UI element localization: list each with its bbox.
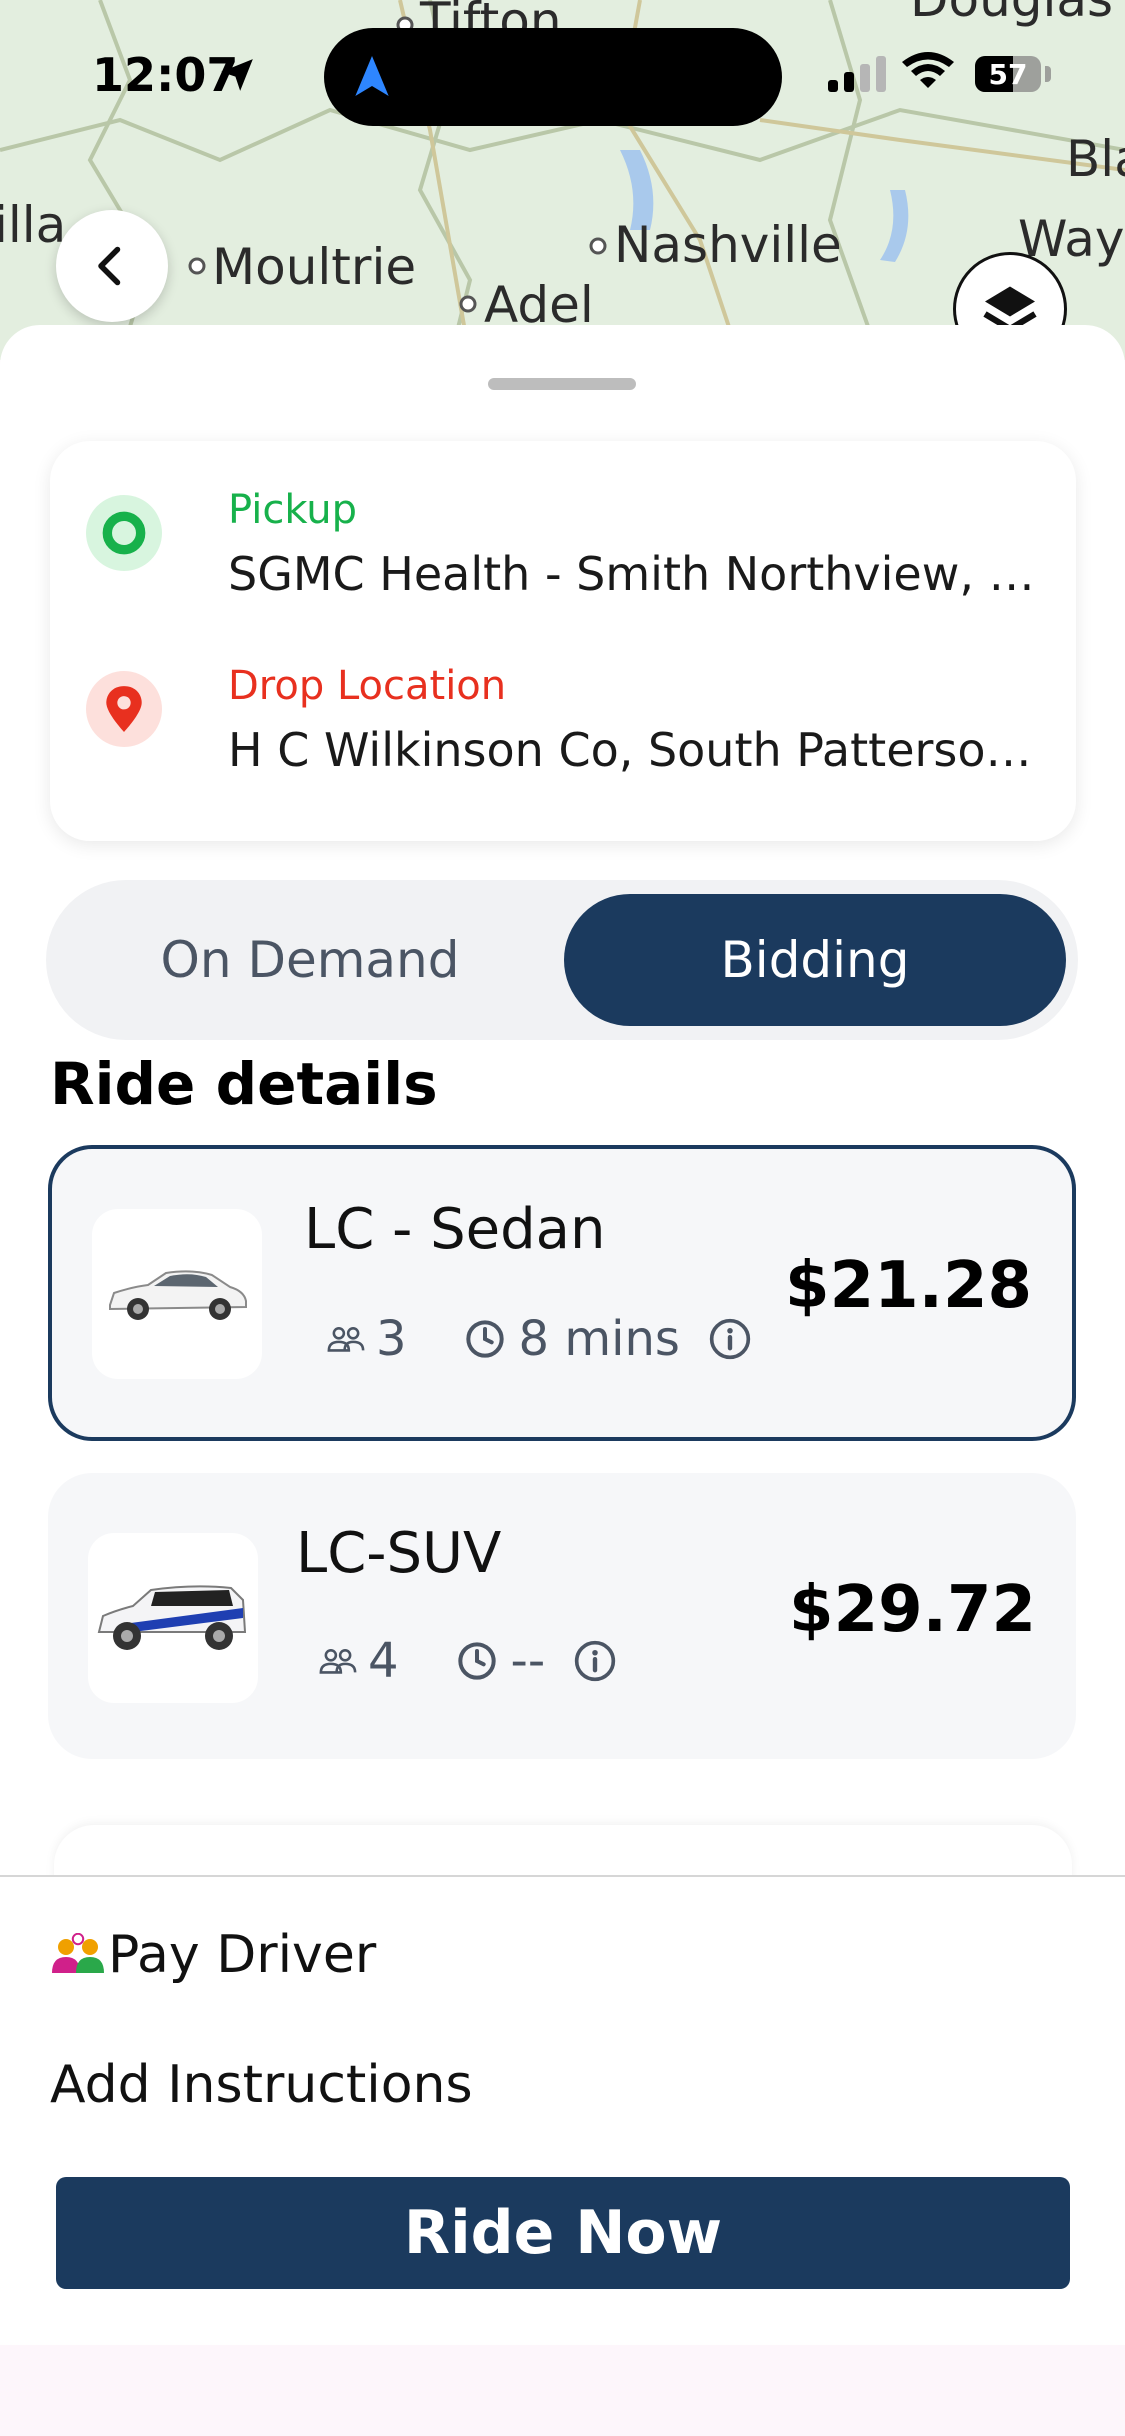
ride-seats: 3 (326, 1311, 407, 1367)
battery-icon: 57 (975, 56, 1041, 92)
tab-on-demand[interactable]: On Demand (60, 894, 560, 1026)
map-label-nashville: Nashville (614, 216, 842, 274)
wifi-icon (902, 52, 954, 88)
ride-now-button[interactable]: Ride Now (56, 2177, 1070, 2289)
ride-meta: 4 -- (318, 1633, 617, 1689)
ride-name: LC-SUV (296, 1521, 502, 1586)
location-arrow-icon (221, 59, 253, 91)
info-icon[interactable] (573, 1639, 617, 1683)
clock-icon (457, 1642, 496, 1680)
passengers-icon (319, 1649, 357, 1674)
ride-price: $21.28 (785, 1249, 1032, 1323)
chevron-left-icon (98, 246, 121, 286)
map-label-moultrie: Moultrie (212, 238, 417, 296)
pay-driver-label: Pay Driver (108, 1925, 377, 1985)
pay-driver-icon (52, 1933, 104, 1973)
ride-eta-value: 8 mins (518, 1311, 680, 1367)
passengers-icon (327, 1327, 365, 1352)
map-label-douglas: Douglas (910, 0, 1113, 28)
sheet-drag-handle[interactable] (488, 378, 636, 390)
drop-label: Drop Location (228, 663, 507, 709)
ride-seats: 4 (318, 1633, 399, 1689)
suv-image (88, 1533, 258, 1703)
pay-driver-row[interactable]: Pay Driver (50, 1925, 376, 1985)
ride-meta: 3 8 mins (326, 1311, 752, 1367)
pickup-label: Pickup (228, 487, 358, 533)
ride-name: LC - Sedan (304, 1197, 606, 1262)
back-button[interactable] (56, 210, 168, 322)
sedan-image (92, 1209, 262, 1379)
location-card: Pickup SGMC Health - Smith Northview, Go… (50, 441, 1076, 841)
map-label-bla: Bla (1066, 130, 1125, 188)
info-icon[interactable] (708, 1317, 752, 1361)
booking-footer: Pay Driver Add Instructions Ride Now (0, 1875, 1125, 2345)
add-instructions-link[interactable]: Add Instructions (50, 2055, 473, 2115)
dynamic-island (324, 28, 782, 126)
map-pin-icon (86, 671, 162, 747)
navigation-arrow-icon (355, 56, 389, 96)
ride-eta-value: -- (510, 1633, 546, 1689)
ride-details-title: Ride details (50, 1050, 438, 1118)
clock-icon (465, 1320, 504, 1358)
map-label-illa: illa (0, 196, 67, 254)
ride-option-suv[interactable]: LC-SUV 4 -- $29.72 (48, 1473, 1076, 1759)
status-time: 12:07 (92, 48, 239, 102)
ride-eta: -- (457, 1633, 546, 1689)
ride-seats-count: 4 (368, 1633, 399, 1689)
ride-eta: 8 mins (465, 1311, 680, 1367)
tab-bidding[interactable]: Bidding (564, 894, 1066, 1026)
battery-percent: 57 (988, 58, 1028, 91)
ride-price: $29.72 (789, 1573, 1036, 1647)
pickup-address: SGMC Health - Smith Northview, Gornto Ro… (228, 547, 1048, 601)
cellular-signal-icon (828, 56, 886, 92)
battery-nub (1045, 66, 1051, 82)
ride-option-sedan[interactable]: LC - Sedan 3 8 mins $21.28 (48, 1145, 1076, 1441)
pickup-dot-icon (86, 495, 162, 571)
drop-address: H C Wilkinson Co, South Patterson Street… (228, 723, 1048, 777)
ride-mode-toggle: On Demand Bidding (46, 880, 1078, 1040)
ride-seats-count: 3 (376, 1311, 407, 1367)
